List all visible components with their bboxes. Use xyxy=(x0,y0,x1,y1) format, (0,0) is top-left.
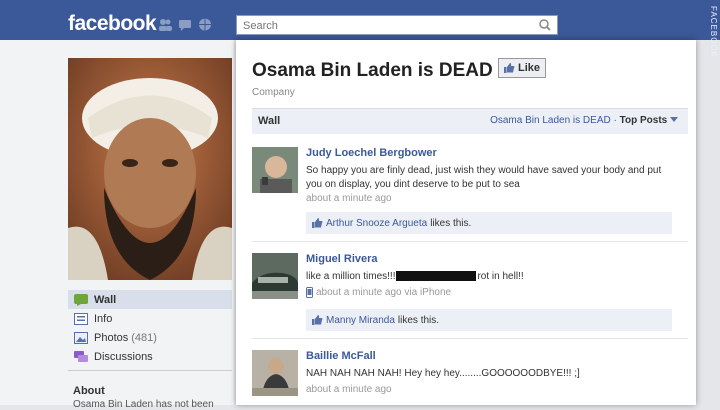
notifications-globe-icon[interactable] xyxy=(198,18,212,31)
chevron-down-icon[interactable] xyxy=(670,117,678,123)
left-nav: Wall Info Photos (481) Discussions xyxy=(68,290,232,366)
mobile-phone-icon xyxy=(306,287,313,298)
filter-page-link[interactable]: Osama Bin Laden is DEAD xyxy=(490,115,611,126)
nav-photos[interactable]: Photos (481) xyxy=(68,328,232,347)
nav-discussions[interactable]: Discussions xyxy=(68,347,232,366)
page-category: Company xyxy=(252,87,295,98)
post-timestamp[interactable]: about a minute ago xyxy=(306,384,392,395)
top-bar: facebook FACEBOOK xyxy=(0,0,720,58)
wall-tab-label: Wall xyxy=(258,115,281,127)
facebook-logo[interactable]: facebook xyxy=(68,12,157,36)
friend-requests-icon[interactable] xyxy=(158,18,172,31)
thumbs-up-icon xyxy=(312,218,323,228)
wall-icon xyxy=(74,293,88,306)
timestamp-text: about a minute ago via iPhone xyxy=(316,287,452,298)
nav-label: Discussions xyxy=(94,350,153,363)
nav-wall[interactable]: Wall xyxy=(68,290,232,309)
like-label: Like xyxy=(517,62,540,74)
post-author[interactable]: Baillie McFall xyxy=(306,350,376,362)
nav-label: Wall xyxy=(94,293,117,306)
likes-box: Arthur Snooze Argueta likes this. xyxy=(306,212,672,234)
wall-filter[interactable]: Osama Bin Laden is DEAD · Top Posts xyxy=(490,115,678,126)
page-title: Osama Bin Laden is DEAD xyxy=(252,60,493,81)
top-posts-dropdown[interactable]: Top Posts xyxy=(620,115,668,126)
search-input[interactable] xyxy=(237,17,539,35)
post-author[interactable]: Miguel Rivera xyxy=(306,253,378,265)
photos-icon xyxy=(74,331,88,344)
wall-header: Wall Osama Bin Laden is DEAD · Top Posts xyxy=(252,108,688,134)
avatar[interactable] xyxy=(252,350,298,396)
post-author[interactable]: Judy Loechel Bergbower xyxy=(306,147,437,159)
liker-name[interactable]: Manny Miranda xyxy=(326,315,395,326)
likes-suffix: likes this. xyxy=(397,314,440,326)
post-message: like a million times!!! rot in hell!! xyxy=(306,270,678,284)
likes-suffix: likes this. xyxy=(430,217,472,229)
profile-picture[interactable] xyxy=(68,58,232,280)
main-content: Osama Bin Laden is DEAD Like Company Wal… xyxy=(236,40,696,405)
info-icon xyxy=(74,312,88,325)
discussions-icon xyxy=(74,350,88,362)
watermark: FACEBOOK xyxy=(709,6,718,59)
thumbs-up-icon xyxy=(503,63,515,73)
notification-jewels xyxy=(158,18,212,31)
filter-separator: · xyxy=(613,115,617,126)
like-page-button[interactable]: Like xyxy=(498,58,546,78)
wall-post: Judy Loechel Bergbower So happy you are … xyxy=(252,147,688,237)
search-icon[interactable] xyxy=(537,18,553,32)
about-heading: About xyxy=(73,385,105,397)
message-text: like a million times!!! xyxy=(306,271,396,282)
thumbs-up-icon xyxy=(312,315,323,325)
post-message: NAH NAH NAH NAH! Hey hey hey........GOOO… xyxy=(306,368,580,379)
wall-post: Baillie McFall NAH NAH NAH NAH! Hey hey … xyxy=(252,350,688,405)
wall-post: Miguel Rivera like a million times!!! rot… xyxy=(252,253,688,343)
about-divider xyxy=(68,370,232,371)
post-timestamp[interactable]: about a minute ago xyxy=(306,193,392,204)
post-divider xyxy=(252,338,688,339)
message-text: rot in hell!! xyxy=(477,271,524,282)
post-timestamp[interactable]: about a minute ago via iPhone xyxy=(306,287,451,298)
post-divider xyxy=(252,241,688,242)
liker-name[interactable]: Arthur Snooze Argueta xyxy=(326,218,427,229)
avatar[interactable] xyxy=(252,147,298,193)
photos-count: (481) xyxy=(131,331,157,344)
avatar[interactable] xyxy=(252,253,298,299)
redaction-bar xyxy=(396,271,477,282)
likes-box: Manny Miranda likes this. xyxy=(306,309,672,331)
messages-icon[interactable] xyxy=(178,18,192,31)
nav-label: Info xyxy=(94,312,113,325)
search-box[interactable] xyxy=(236,15,558,35)
nav-label: Photos xyxy=(94,331,129,344)
post-message: So happy you are finly dead, just wish t… xyxy=(306,165,662,190)
nav-info[interactable]: Info xyxy=(68,309,232,328)
